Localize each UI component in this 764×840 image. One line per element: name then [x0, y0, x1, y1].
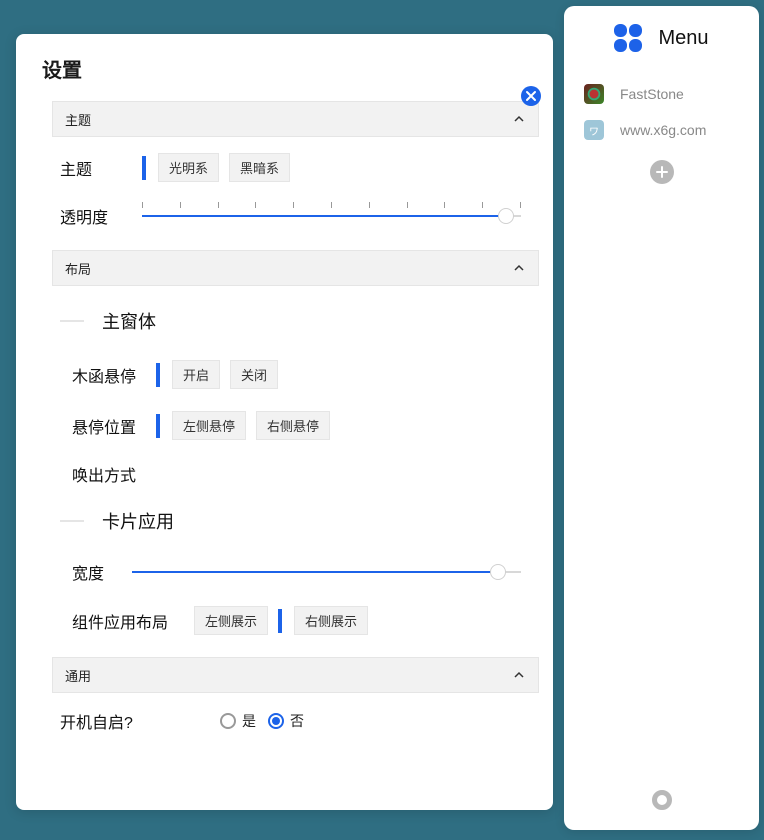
menu-item-label: www.x6g.com	[620, 122, 706, 138]
settings-button[interactable]	[652, 790, 672, 810]
trigger-label: 唤出方式	[72, 462, 136, 486]
autostart-label: 开机自启?	[60, 709, 162, 733]
hover-position-right[interactable]: 右侧悬停	[256, 411, 330, 440]
widget-layout-left[interactable]: 左侧展示	[194, 606, 268, 635]
segment-indicator	[156, 363, 160, 387]
subsection-main-window: 主窗体	[102, 308, 156, 334]
theme-option-dark[interactable]: 黑暗系	[229, 153, 290, 182]
theme-label: 主题	[60, 156, 122, 180]
chevron-up-icon	[512, 112, 526, 126]
plus-icon	[655, 165, 669, 179]
add-button[interactable]	[650, 160, 674, 184]
width-slider[interactable]	[132, 561, 521, 583]
width-label: 宽度	[72, 560, 112, 584]
close-button[interactable]	[521, 86, 541, 106]
autostart-radio-no[interactable]	[268, 713, 284, 729]
section-header-label: 布局	[65, 259, 91, 278]
opacity-slider[interactable]	[142, 205, 521, 227]
segment-indicator	[278, 609, 282, 633]
section-header-label: 通用	[65, 666, 91, 685]
hover-position-left[interactable]: 左侧悬停	[172, 411, 246, 440]
radio-label-no: 否	[290, 711, 304, 731]
theme-option-light[interactable]: 光明系	[158, 153, 219, 182]
divider	[60, 320, 84, 322]
menu-title: Menu	[658, 27, 708, 50]
segment-indicator	[142, 156, 146, 180]
widget-layout-right[interactable]: 右侧展示	[294, 606, 368, 635]
hover-position-label: 悬停位置	[72, 414, 136, 438]
settings-title: 设置	[42, 54, 539, 83]
section-header-layout[interactable]: 布局	[52, 250, 539, 286]
divider	[60, 520, 84, 522]
slider-thumb[interactable]	[498, 208, 514, 224]
settings-panel: 设置 主题 主题 光明系 黑暗系 透明度 布局	[16, 34, 553, 810]
hover-option-on[interactable]: 开启	[172, 360, 220, 389]
section-header-label: 主题	[65, 110, 91, 129]
opacity-label: 透明度	[60, 204, 122, 228]
chevron-up-icon	[512, 261, 526, 275]
menu-item-x6g[interactable]: ワ www.x6g.com	[564, 112, 759, 148]
menu-item-label: FastStone	[620, 86, 684, 102]
square-icon: ワ	[584, 120, 604, 140]
faststone-icon	[584, 84, 604, 104]
hover-label: 木函悬停	[72, 363, 136, 387]
widget-layout-label: 组件应用布局	[72, 609, 174, 633]
menu-item-faststone[interactable]: FastStone	[564, 76, 759, 112]
section-header-theme[interactable]: 主题	[52, 101, 539, 137]
subsection-card-app: 卡片应用	[102, 508, 174, 534]
close-icon	[525, 90, 537, 102]
slider-thumb[interactable]	[490, 564, 506, 580]
hover-option-off[interactable]: 关闭	[230, 360, 278, 389]
chevron-up-icon	[512, 668, 526, 682]
segment-indicator	[156, 414, 160, 438]
menu-logo-icon	[614, 24, 642, 52]
autostart-radio-yes[interactable]	[220, 713, 236, 729]
radio-label-yes: 是	[242, 711, 256, 731]
menu-panel: Menu FastStone ワ www.x6g.com	[564, 6, 759, 830]
section-header-general[interactable]: 通用	[52, 657, 539, 693]
